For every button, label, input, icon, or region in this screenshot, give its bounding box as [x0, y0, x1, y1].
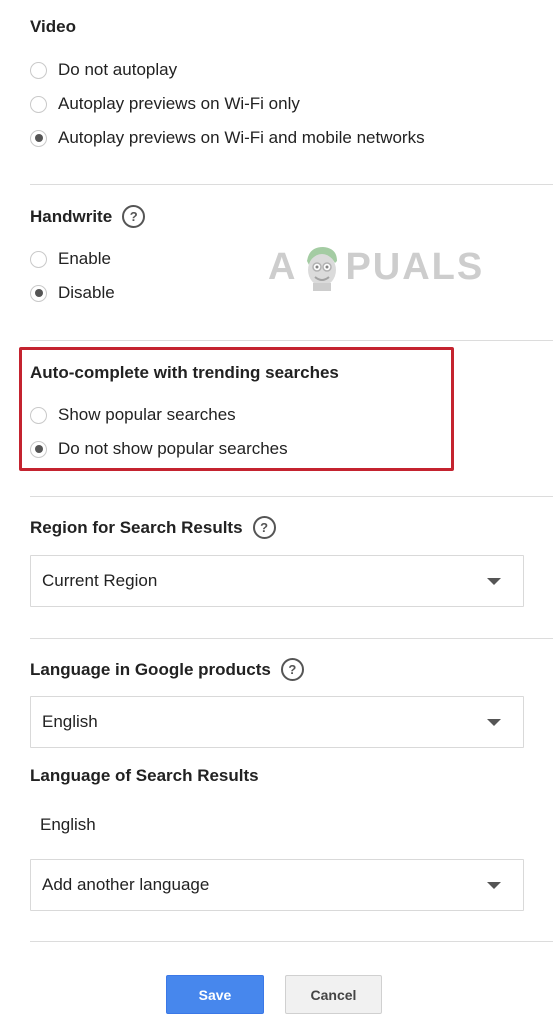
appuals-watermark: A PUALS	[268, 243, 484, 291]
radio-button[interactable]	[30, 61, 47, 79]
mascot-face-icon	[299, 243, 343, 291]
video-section-title: Video	[30, 17, 76, 36]
region-select-value: Current Region	[42, 571, 158, 590]
region-section-title: Region for Search Results ?	[30, 516, 276, 539]
language-products-select[interactable]: English	[30, 696, 524, 748]
help-icon[interactable]: ?	[252, 516, 276, 539]
radio-label: Show popular searches	[58, 405, 236, 424]
cancel-button[interactable]: Cancel	[285, 975, 382, 1014]
radio-button-checked[interactable]	[30, 284, 47, 302]
divider	[30, 638, 553, 639]
dropdown-arrow-icon	[487, 578, 501, 585]
handwrite-section-title: Handwrite ?	[30, 205, 146, 228]
radio-button-checked[interactable]	[30, 129, 47, 147]
radio-show-popular-searches[interactable]: Show popular searches	[30, 405, 236, 425]
radio-label: Enable	[58, 249, 111, 268]
dropdown-arrow-icon	[487, 719, 501, 726]
radio-handwrite-enable[interactable]: Enable	[30, 249, 111, 269]
radio-button[interactable]	[30, 95, 47, 113]
help-icon[interactable]: ?	[122, 205, 146, 228]
region-select[interactable]: Current Region	[30, 555, 524, 607]
autocomplete-section-title: Auto-complete with trending searches	[30, 363, 339, 382]
divider	[30, 496, 553, 497]
language-results-current: English	[40, 815, 96, 834]
radio-label: Autoplay previews on Wi-Fi and mobile ne…	[58, 128, 425, 147]
radio-label: Disable	[58, 283, 115, 302]
radio-do-not-show-popular-searches[interactable]: Do not show popular searches	[30, 439, 288, 459]
radio-handwrite-disable[interactable]: Disable	[30, 283, 115, 303]
radio-label: Autoplay previews on Wi-Fi only	[58, 94, 300, 113]
add-language-select[interactable]: Add another language	[30, 859, 524, 911]
radio-button[interactable]	[30, 406, 47, 424]
language-results-section-title: Language of Search Results	[30, 766, 259, 785]
radio-autoplay-wifi-mobile[interactable]: Autoplay previews on Wi-Fi and mobile ne…	[30, 128, 425, 148]
divider	[30, 184, 553, 185]
save-button[interactable]: Save	[166, 975, 264, 1014]
radio-button[interactable]	[30, 250, 47, 268]
radio-label: Do not autoplay	[58, 60, 178, 79]
radio-autoplay-wifi[interactable]: Autoplay previews on Wi-Fi only	[30, 94, 300, 114]
language-products-section-title: Language in Google products ?	[30, 658, 304, 681]
radio-button-checked[interactable]	[30, 440, 47, 458]
radio-label: Do not show popular searches	[58, 439, 288, 458]
dropdown-arrow-icon	[487, 882, 501, 889]
language-products-select-value: English	[42, 712, 98, 731]
divider	[30, 340, 553, 341]
divider	[30, 941, 553, 942]
add-language-select-value: Add another language	[42, 875, 210, 894]
help-icon[interactable]: ?	[280, 658, 304, 681]
radio-do-not-autoplay[interactable]: Do not autoplay	[30, 60, 177, 80]
